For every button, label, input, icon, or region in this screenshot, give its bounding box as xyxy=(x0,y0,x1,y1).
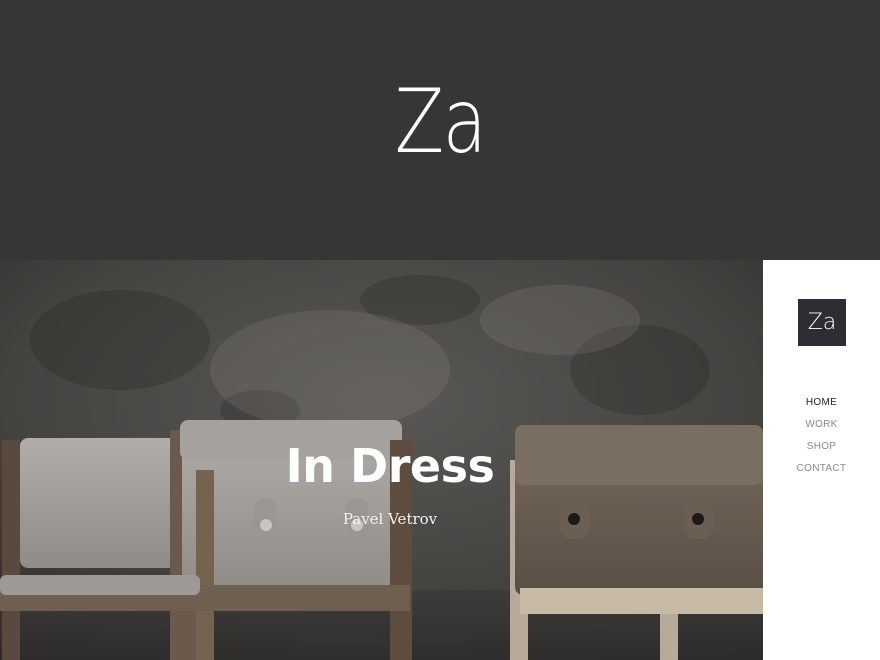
page: Za In Dress Pavel Vetrov Za HOME WORK SH… xyxy=(0,0,880,660)
main-navigation: HOME WORK SHOP CONTACT xyxy=(763,396,880,484)
nav-item-contact[interactable]: CONTACT xyxy=(763,462,880,484)
site-logo[interactable]: Za xyxy=(79,78,801,166)
nav-item-work[interactable]: WORK xyxy=(763,418,880,440)
site-header: Za xyxy=(0,0,880,260)
menu-logo[interactable]: Za xyxy=(798,299,846,346)
nav-item-home[interactable]: HOME xyxy=(763,396,880,418)
hero-image: In Dress Pavel Vetrov xyxy=(0,260,763,660)
nav-item-shop[interactable]: SHOP xyxy=(763,440,880,462)
hero-title: In Dress xyxy=(285,439,495,493)
hero-author[interactable]: Pavel Vetrov xyxy=(0,512,763,527)
side-menu-panel: Za HOME WORK SHOP CONTACT xyxy=(763,260,880,660)
